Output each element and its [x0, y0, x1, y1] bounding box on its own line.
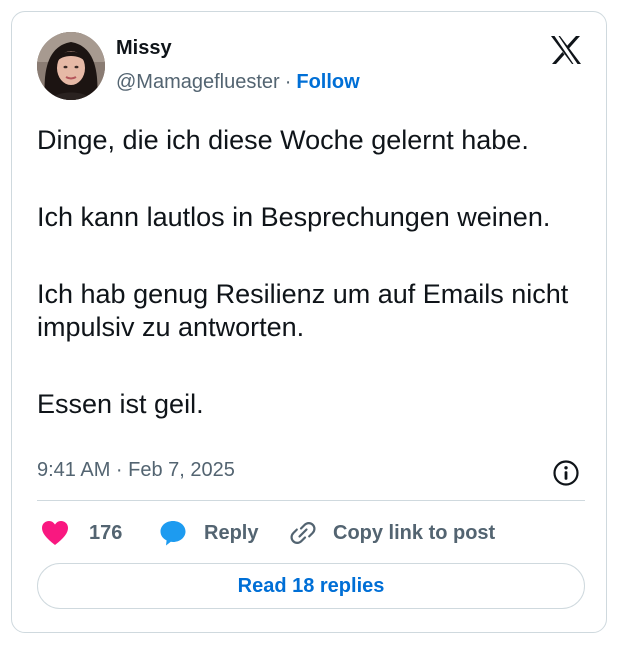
tweet-paragraph: Ich hab genug Resilienz um auf Emails ni… [37, 279, 569, 342]
like-button[interactable]: 176 [41, 515, 122, 551]
heart-icon [42, 521, 68, 545]
reply-button[interactable]: Reply [159, 515, 258, 551]
reply-label: Reply [204, 521, 259, 544]
handle-separator: · [284, 71, 292, 93]
tweet-paragraph: Essen ist geil. [37, 389, 204, 419]
avatar-image [37, 32, 105, 100]
avatar[interactable] [37, 32, 105, 100]
action-bar: 176 Reply Copy link to post [37, 515, 585, 551]
read-replies-label: Read 18 replies [237, 574, 385, 597]
tweet-timestamp[interactable]: 9:41 AM · Feb 7, 2025 [37, 459, 235, 482]
x-logo-icon[interactable] [550, 35, 582, 65]
copy-link-label: Copy link to post [333, 521, 496, 544]
read-replies-button[interactable]: Read 18 replies [37, 563, 585, 609]
follow-button[interactable]: Follow [296, 71, 359, 93]
like-count: 176 [89, 521, 123, 544]
link-icon [290, 522, 316, 544]
author-handle[interactable]: @Mamagefluester [116, 71, 280, 93]
divider [37, 500, 585, 501]
copy-link-button[interactable]: Copy link to post [289, 515, 495, 551]
author-name[interactable]: Missy [116, 37, 172, 60]
tweet-text: Dinge, die ich diese Woche gelernt habe.… [37, 124, 587, 421]
author-handle-row: @Mamagefluester · Follow [116, 71, 360, 94]
tweet-card: Missy @Mamagefluester · Follow Dinge, die … [11, 11, 607, 633]
tweet-paragraph: Dinge, die ich diese Woche gelernt habe. [37, 125, 529, 155]
tweet-paragraph: Ich kann lautlos in Besprechungen weinen… [37, 202, 551, 232]
speech-bubble-icon [160, 521, 186, 546]
info-icon[interactable] [552, 459, 580, 487]
